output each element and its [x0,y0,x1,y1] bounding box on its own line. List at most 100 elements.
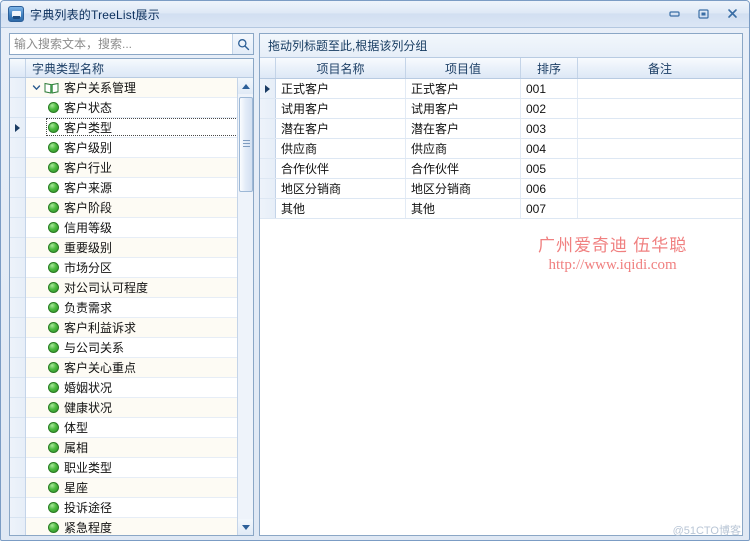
grid-cell-name[interactable]: 合作伙伴 [276,159,406,178]
tree-row-indicator[interactable] [10,198,25,218]
tree-item[interactable]: 体型 [26,418,253,438]
tree-row-indicator[interactable] [10,158,25,178]
search-input[interactable] [10,35,232,53]
table-row[interactable]: 试用客户 试用客户 002 [260,99,742,119]
search-icon[interactable] [232,34,253,54]
grid-row-indicator[interactable] [260,199,276,218]
grid-cell-order[interactable]: 002 [521,99,578,118]
tree-row-indicator[interactable] [10,238,25,258]
table-row[interactable]: 供应商 供应商 004 [260,139,742,159]
grid-column-header-value[interactable]: 项目值 [406,58,521,78]
tree-item[interactable]: 职业类型 [26,458,253,478]
grid-cell-value[interactable]: 供应商 [406,139,521,158]
table-row[interactable]: 合作伙伴 合作伙伴 005 [260,159,742,179]
tree-item[interactable]: 婚姻状况 [26,378,253,398]
chevron-down-icon[interactable] [30,82,42,94]
grid-cell-order[interactable]: 004 [521,139,578,158]
grid-cell-value[interactable]: 地区分销商 [406,179,521,198]
grid-cell-remark[interactable] [578,119,742,138]
tree-row-indicator[interactable] [10,258,25,278]
tree-row-indicator[interactable] [10,418,25,438]
grid-row-indicator[interactable] [260,119,276,138]
tree-row-indicator[interactable] [10,118,25,138]
tree-row-indicator[interactable] [10,458,25,478]
tree-item[interactable]: 重要级别 [26,238,253,258]
table-row[interactable]: 地区分销商 地区分销商 006 [260,179,742,199]
tree-item[interactable]: 健康状况 [26,398,253,418]
tree-row-indicator[interactable] [10,378,25,398]
tree-row-indicator[interactable] [10,518,25,535]
grid-column-header-remark[interactable]: 备注 [578,58,742,78]
grid-cell-remark[interactable] [578,159,742,178]
tree-item[interactable]: 客户类型 [26,118,253,138]
grid-cell-value[interactable]: 试用客户 [406,99,521,118]
tree-item[interactable]: 与公司关系 [26,338,253,358]
tree-item[interactable]: 对公司认可程度 [26,278,253,298]
table-row[interactable]: 正式客户 正式客户 001 [260,79,742,99]
grid-cell-remark[interactable] [578,99,742,118]
table-row[interactable]: 其他 其他 007 [260,199,742,219]
treelist-scrollbar[interactable] [237,78,253,535]
grid-cell-value[interactable]: 其他 [406,199,521,218]
tree-row-indicator[interactable] [10,478,25,498]
scrollbar-thumb[interactable] [239,97,253,192]
tree-item[interactable]: 紧急程度 [26,518,253,535]
grid-row-indicator[interactable] [260,79,276,98]
grid-cell-remark[interactable] [578,199,742,218]
tree-row-indicator[interactable] [10,98,25,118]
grid-column-header-name[interactable]: 项目名称 [276,58,406,78]
tree-item[interactable]: 市场分区 [26,258,253,278]
tree-row-indicator[interactable] [10,298,25,318]
tree-row-indicator[interactable] [10,338,25,358]
tree-row-indicator[interactable] [10,318,25,338]
tree-row-indicator[interactable] [10,358,25,378]
grid-cell-name[interactable]: 试用客户 [276,99,406,118]
tree-row-indicator[interactable] [10,138,25,158]
scroll-up-icon[interactable] [238,78,253,94]
grid-cell-value[interactable]: 潜在客户 [406,119,521,138]
grid-row-indicator[interactable] [260,139,276,158]
grid-cell-order[interactable]: 003 [521,119,578,138]
scroll-down-icon[interactable] [238,519,253,535]
grid-cell-order[interactable]: 007 [521,199,578,218]
grid-cell-name[interactable]: 其他 [276,199,406,218]
tree-item[interactable]: 信用等级 [26,218,253,238]
tree-row-indicator[interactable] [10,398,25,418]
grid-cell-order[interactable]: 005 [521,159,578,178]
tree-item[interactable]: 客户阶段 [26,198,253,218]
grid-cell-order[interactable]: 006 [521,179,578,198]
tree-item[interactable]: 属相 [26,438,253,458]
grid-cell-order[interactable]: 001 [521,79,578,98]
tree-item[interactable]: 客户来源 [26,178,253,198]
group-by-panel[interactable]: 拖动列标题至此,根据该列分组 [260,34,742,58]
tree-row-indicator[interactable] [10,498,25,518]
grid-cell-value[interactable]: 正式客户 [406,79,521,98]
tree-row-indicator[interactable] [10,278,25,298]
tree-item[interactable]: 负责需求 [26,298,253,318]
search-box[interactable] [9,33,254,55]
tree-item[interactable]: 客户级别 [26,138,253,158]
tree-item[interactable]: 客户行业 [26,158,253,178]
grid-row-indicator[interactable] [260,179,276,198]
grid-column-header-order[interactable]: 排序 [521,58,578,78]
grid-cell-name[interactable]: 潜在客户 [276,119,406,138]
tree-row-indicator[interactable] [10,78,25,98]
grid-cell-name[interactable]: 供应商 [276,139,406,158]
tree-row-indicator[interactable] [10,438,25,458]
tree-item[interactable]: 星座 [26,478,253,498]
tree-item[interactable]: 客户状态 [26,98,253,118]
maximize-icon[interactable] [693,4,714,23]
grid-cell-name[interactable]: 正式客户 [276,79,406,98]
tree-row-indicator[interactable] [10,218,25,238]
tree-root-node[interactable]: 客户关系管理 [26,78,253,98]
table-row[interactable]: 潜在客户 潜在客户 003 [260,119,742,139]
grid-cell-value[interactable]: 合作伙伴 [406,159,521,178]
treelist-column-header[interactable]: 字典类型名称 [26,60,104,77]
grid-cell-name[interactable]: 地区分销商 [276,179,406,198]
grid-row-indicator[interactable] [260,159,276,178]
tree-item[interactable]: 客户关心重点 [26,358,253,378]
tree-item[interactable]: 客户利益诉求 [26,318,253,338]
grid-cell-remark[interactable] [578,179,742,198]
grid-cell-remark[interactable] [578,79,742,98]
close-icon[interactable] [722,4,743,23]
